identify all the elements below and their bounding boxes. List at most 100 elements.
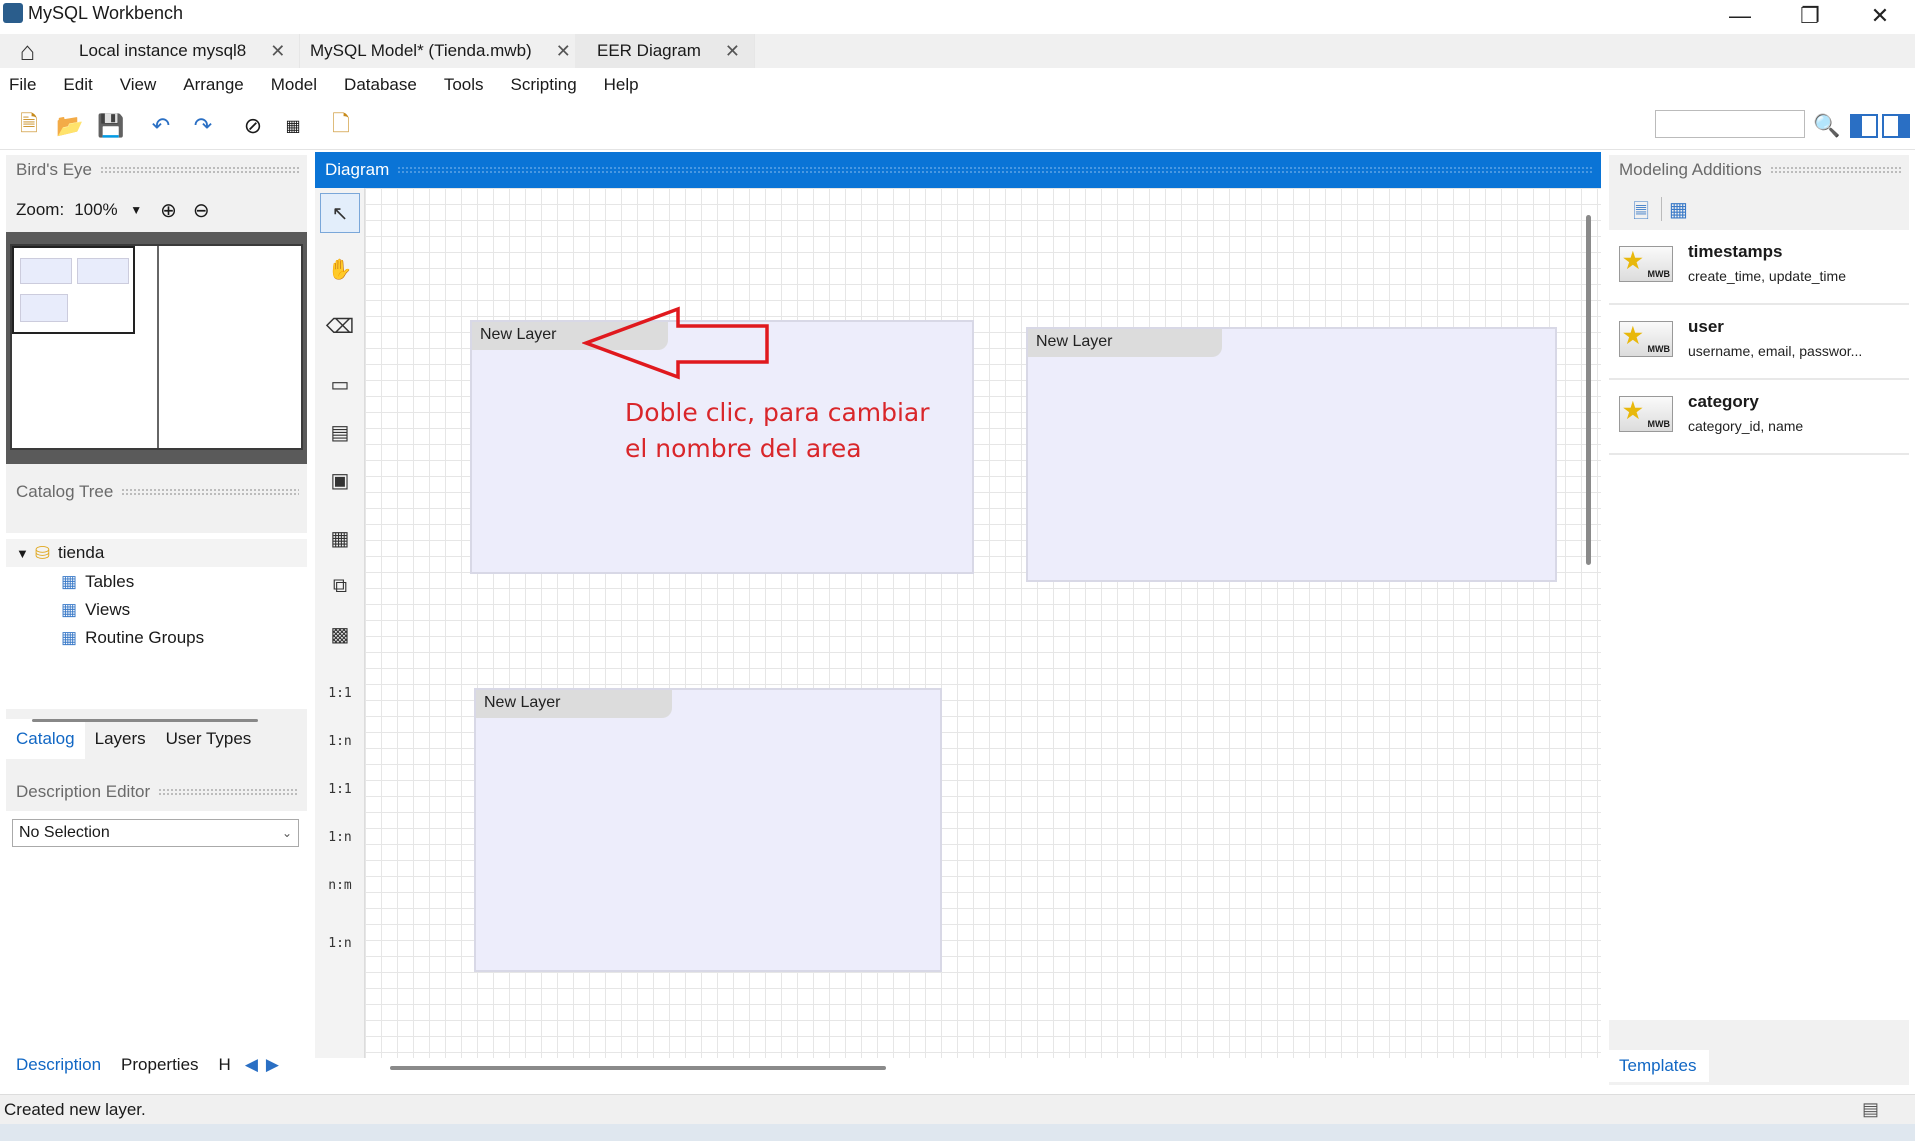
tab-eer-diagram[interactable]: EER Diagram ✕ <box>575 34 756 68</box>
save-model-icon[interactable]: 💾 <box>97 113 124 139</box>
image-tool-icon[interactable]: ▣ <box>320 460 360 500</box>
toggle-sidebar-icon[interactable] <box>1850 114 1878 138</box>
tab-label: EER Diagram <box>597 41 701 60</box>
tree-item-routine-groups[interactable]: ▦ Routine Groups <box>61 624 204 652</box>
menu-view[interactable]: View <box>120 75 157 95</box>
scroll-right-icon[interactable]: ▶ <box>262 1045 283 1085</box>
tab-history[interactable]: H <box>209 1045 241 1085</box>
snippet-badge: MWB <box>1647 419 1671 429</box>
vertical-scrollbar[interactable] <box>1586 215 1591 565</box>
tab-local-instance[interactable]: Local instance mysql8 ✕ <box>57 34 301 68</box>
search-input[interactable] <box>1655 110 1805 138</box>
open-model-icon[interactable]: 📂 <box>56 113 83 139</box>
search-icon[interactable]: 🔍 <box>1813 113 1840 139</box>
tree-label: Routine Groups <box>85 628 205 647</box>
layer-thumbnail <box>20 294 68 322</box>
output-panel-icon[interactable]: ▤ <box>1862 1099 1879 1120</box>
horizontal-scrollbar[interactable] <box>390 1066 886 1070</box>
zoom-out-icon[interactable]: ⊖ <box>193 198 210 223</box>
birds-eye-canvas <box>10 244 303 450</box>
zoom-select[interactable]: 100% <box>74 200 130 220</box>
tab-model[interactable]: MySQL Model* (Tienda.mwb) ✕ <box>288 34 586 68</box>
zoom-label: Zoom: <box>16 200 65 219</box>
tab-layers[interactable]: Layers <box>85 719 156 759</box>
tree-item-tables[interactable]: ▦ Tables <box>61 568 134 596</box>
toggle-secondary-sidebar-icon[interactable] <box>1882 114 1910 138</box>
menu-arrange[interactable]: Arrange <box>183 75 243 95</box>
relationship-1-1-identifying-tool[interactable]: 1:1 <box>320 769 360 809</box>
relationship-label: 1:n <box>328 733 352 749</box>
add-snippet-icon[interactable]: 🗏 <box>1633 197 1649 231</box>
relationship-1-1-tool[interactable]: 1:1 <box>320 673 360 713</box>
menu-file[interactable]: File <box>9 75 36 95</box>
star-icon: ★ <box>1623 248 1643 273</box>
relationship-label: 1:n <box>328 829 352 845</box>
snippet-name: timestamps <box>1688 242 1783 261</box>
menu-model[interactable]: Model <box>271 75 317 95</box>
select-tool-icon[interactable]: ↖ <box>320 193 360 233</box>
restore-icon[interactable]: ❐ <box>1775 0 1845 32</box>
tree-item-schema[interactable]: ▼ ⛁ tienda <box>6 539 307 567</box>
close-tab-icon[interactable]: ✕ <box>270 41 285 62</box>
menu-edit[interactable]: Edit <box>63 75 92 95</box>
modeling-additions-header: Modeling Additions <box>1609 155 1909 185</box>
chevron-down-icon[interactable]: ▼ <box>130 203 142 217</box>
close-tab-icon[interactable]: ✕ <box>725 41 740 62</box>
red-arrow-icon <box>582 306 769 380</box>
relationship-1-n-identifying-tool[interactable]: 1:n <box>320 817 360 857</box>
snippet-item[interactable]: ★ MWB timestamps create_time, update_time <box>1609 230 1909 305</box>
menu-database[interactable]: Database <box>344 75 417 95</box>
hand-tool-icon[interactable]: ✋ <box>320 249 360 289</box>
layer-tool-icon[interactable]: ▭ <box>320 364 360 404</box>
home-icon[interactable]: ⌂ <box>0 34 55 68</box>
note-tool-icon[interactable]: ▤ <box>320 412 360 452</box>
table-tool-icon[interactable]: ▦ <box>320 518 360 558</box>
horizontal-scrollbar[interactable] <box>32 719 258 722</box>
new-model-icon[interactable]: 🗎 <box>16 111 42 139</box>
description-editor-area[interactable] <box>6 811 307 1141</box>
menu-scripting[interactable]: Scripting <box>511 75 577 95</box>
tab-description[interactable]: Description <box>6 1045 112 1085</box>
tab-properties[interactable]: Properties <box>111 1045 208 1085</box>
tab-catalog[interactable]: Catalog <box>6 719 85 759</box>
relationship-n-m-tool[interactable]: n:m <box>320 865 360 905</box>
zoom-in-icon[interactable]: ⊕ <box>160 198 177 223</box>
menu-tools[interactable]: Tools <box>444 75 484 95</box>
new-diagram-icon[interactable]: 🗋 <box>328 111 354 139</box>
routine-groups-icon: ▦ <box>61 628 78 647</box>
menu-help[interactable]: Help <box>604 75 639 95</box>
align-grid-icon[interactable]: ▦ <box>280 113 306 139</box>
snippet-table-icon[interactable]: ▦ <box>1669 197 1688 222</box>
minimize-icon[interactable]: — <box>1705 0 1775 32</box>
layer-name[interactable]: New Layer <box>476 690 672 718</box>
scroll-left-icon[interactable]: ◀ <box>241 1045 262 1085</box>
routine-group-tool-icon[interactable]: ▩ <box>320 614 360 654</box>
snippet-item[interactable]: ★ MWB user username, email, passwor... <box>1609 305 1909 380</box>
modeling-additions-title: Modeling Additions <box>1619 160 1762 179</box>
tab-user-types[interactable]: User Types <box>156 719 262 759</box>
birds-eye-title: Bird's Eye <box>16 160 92 179</box>
expand-icon[interactable]: ▼ <box>16 546 29 561</box>
relationship-existing-columns-tool[interactable]: 1:n <box>320 923 360 963</box>
toolbar-divider <box>1661 197 1662 221</box>
layer-area[interactable]: New Layer <box>1026 327 1557 582</box>
birds-eye-view[interactable] <box>6 232 307 464</box>
eraser-tool-icon[interactable]: ⌫ <box>320 306 360 346</box>
relationship-label: 1:1 <box>328 685 352 701</box>
selection-dropdown[interactable]: No Selection ⌄ <box>12 819 299 847</box>
toolbar: 🗎 📂 💾 ↶ ↷ ⊘ ▦ 🗋 🔍 <box>0 102 1915 150</box>
tab-templates[interactable]: Templates <box>1609 1050 1709 1082</box>
layer-name[interactable]: New Layer <box>1028 329 1222 357</box>
tree-item-views[interactable]: ▦ Views <box>61 596 130 624</box>
close-icon[interactable]: ✕ <box>1845 0 1915 32</box>
snippet-item[interactable]: ★ MWB category category_id, name <box>1609 380 1909 455</box>
toggle-grid-icon[interactable]: ⊘ <box>240 113 266 139</box>
snippet-badge: MWB <box>1647 269 1671 279</box>
layer-area[interactable]: New Layer <box>474 688 942 972</box>
database-icon: ⛁ <box>34 542 50 563</box>
view-tool-icon[interactable]: ⧉ <box>320 566 360 606</box>
relationship-1-n-tool[interactable]: 1:n <box>320 721 360 761</box>
undo-icon[interactable]: ↶ <box>148 113 174 139</box>
redo-icon[interactable]: ↷ <box>190 113 216 139</box>
close-tab-icon[interactable]: ✕ <box>556 41 571 62</box>
